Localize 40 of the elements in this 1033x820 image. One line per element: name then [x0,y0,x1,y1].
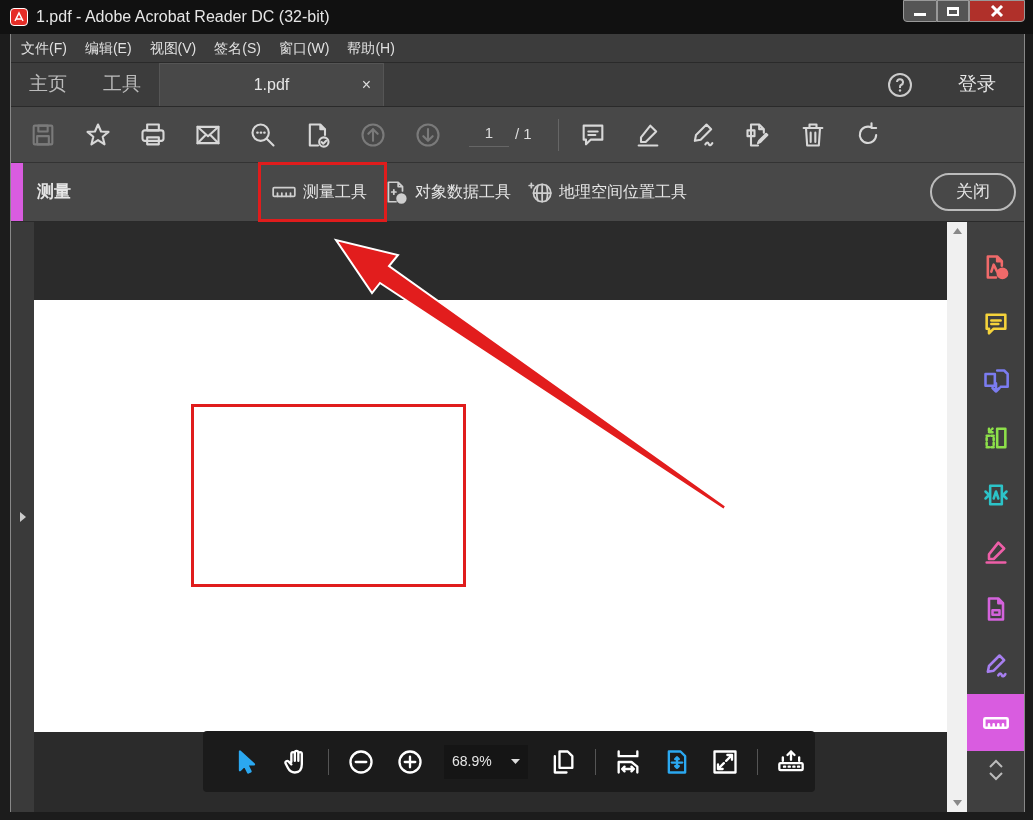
arrow-down-icon [414,120,442,149]
fullscreen-icon [711,747,740,776]
scroll-up-icon[interactable] [952,228,962,234]
zoom-in-icon [395,747,424,776]
accent-bar [11,163,23,221]
chevron-down-icon[interactable] [987,771,1004,781]
zoom-out-icon [347,747,376,776]
menu-item[interactable]: 编辑(E) [84,37,132,59]
tool-button[interactable]: 对象数据工具 [377,172,521,212]
window-title: 1.pdf - Adobe Acrobat Reader DC (32-bit) [36,7,330,27]
chevron-up-icon[interactable] [987,759,1004,769]
login-button[interactable]: 登录 [930,63,1024,106]
caret-icon [511,759,521,764]
menu-item[interactable]: 文件(F) [21,37,67,59]
app-logo-icon [10,8,28,26]
zoom-dropdown[interactable]: 68.9% [444,744,529,779]
menu-item[interactable]: 窗口(W) [278,37,330,59]
tab-close-button[interactable]: × [361,73,371,97]
toolbar-button[interactable] [249,120,277,149]
expand-panel-icon[interactable] [18,511,27,523]
minimize-button[interactable] [903,0,937,22]
page-total: / 1 [515,124,532,145]
close-tool-button[interactable]: 关闭 [930,173,1016,211]
page-number-field[interactable]: 1 [469,121,509,148]
scroll-down-icon[interactable] [952,800,962,806]
search-icon [249,120,277,149]
menu-item[interactable]: 签名(S) [214,37,261,59]
arrow-up-icon [359,120,387,149]
menu-item[interactable]: 视图(V) [149,37,197,59]
tab[interactable]: 1.pdf × [159,63,384,106]
maximize-button[interactable] [937,0,969,22]
panel-title: 测量 [37,181,72,204]
tool-pane-button[interactable] [967,694,1024,751]
tool-button[interactable]: 测量工具 [265,172,377,212]
tool-button[interactable]: 地理空间位置工具 [521,172,697,212]
menu-item[interactable]: 帮助(H) [347,37,395,59]
close-window-button[interactable] [969,0,1025,22]
help-icon[interactable] [888,72,912,97]
scrollbar[interactable] [947,222,967,812]
close-icon [990,5,1004,17]
